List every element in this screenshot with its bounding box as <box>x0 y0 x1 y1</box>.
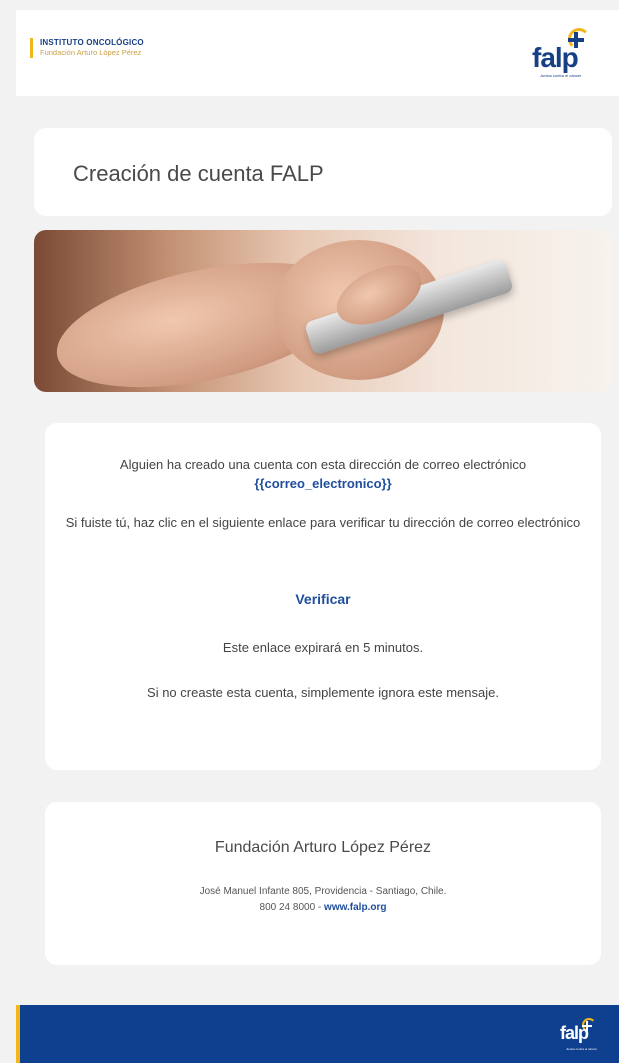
bottom-falp-logo[interactable]: falp Juntos contra el cáncer <box>560 1018 604 1051</box>
message-line-1-text: Alguien ha creado una cuenta con esta di… <box>119 457 527 472</box>
footer-separator: - <box>315 902 325 913</box>
footer-phone-line: 800 24 8000 - www.falp.org <box>45 900 601 916</box>
institution-title: INSTITUTO ONCOLÓGICO <box>40 38 144 47</box>
bottom-bar: falp Juntos contra el cáncer <box>16 1005 619 1063</box>
footer-contact: José Manuel Infante 805, Providencia - S… <box>45 884 601 916</box>
bottom-logo-text: falp <box>560 1023 589 1043</box>
logo-tagline: Juntos contra el cáncer <box>540 73 582 78</box>
falp-logo[interactable]: falp Juntos contra el cáncer <box>532 28 602 78</box>
expiry-notice: Este enlace expirará en 5 minutos. <box>222 640 424 655</box>
hero-image <box>34 230 612 392</box>
message-card: Alguien ha creado una cuenta con esta di… <box>45 423 601 770</box>
email-placeholder: {{correo_electronico}} <box>254 476 392 491</box>
ignore-notice: Si no creaste esta cuenta, simplemente i… <box>147 685 499 700</box>
footer-website-link[interactable]: www.falp.org <box>324 902 386 913</box>
verify-link[interactable]: Verificar <box>45 590 601 609</box>
page-title: Creación de cuenta FALP <box>73 161 324 186</box>
footer-card: Fundación Arturo López Pérez José Manuel… <box>45 802 601 965</box>
logo-text: falp <box>532 42 579 73</box>
title-card: Creación de cuenta FALP <box>34 128 612 216</box>
message-line-2: Si fuiste tú, haz clic en el siguiente e… <box>65 515 581 530</box>
email-header: INSTITUTO ONCOLÓGICO Fundación Arturo Ló… <box>16 10 619 96</box>
footer-address: José Manuel Infante 805, Providencia - S… <box>199 886 447 897</box>
bottom-logo-tagline: Juntos contra el cáncer <box>566 1047 598 1051</box>
institution-subtitle: Fundación Arturo López Pérez <box>40 48 142 57</box>
footer-phone: 800 24 8000 <box>259 902 316 913</box>
footer-org-name: Fundación Arturo López Pérez <box>214 839 432 856</box>
institution-block: INSTITUTO ONCOLÓGICO Fundación Arturo Ló… <box>30 38 144 58</box>
message-line-1: Alguien ha creado una cuenta con esta di… <box>85 455 561 493</box>
